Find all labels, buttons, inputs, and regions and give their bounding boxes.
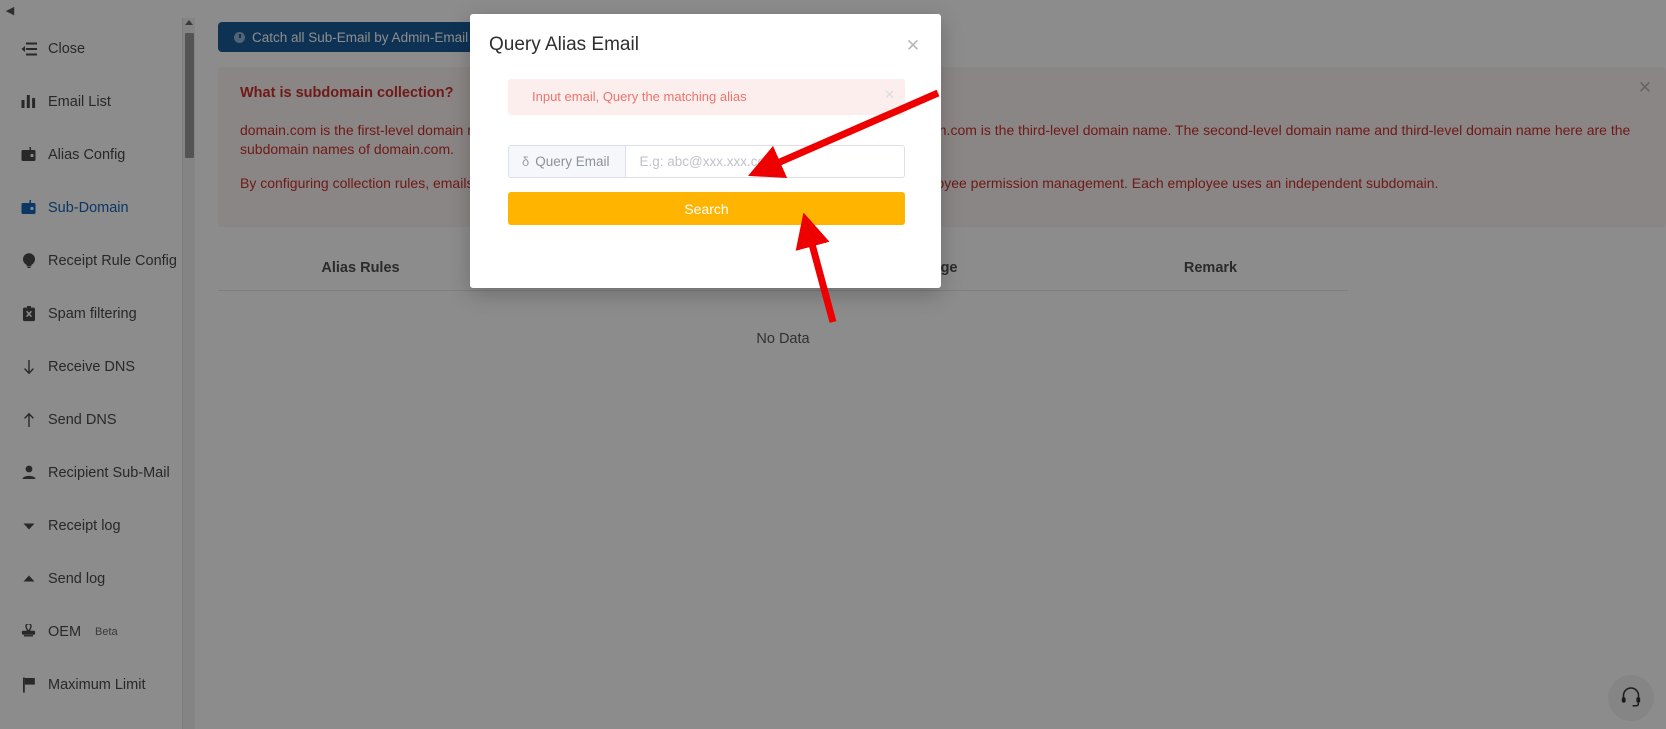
close-icon[interactable]: ✕ (884, 88, 895, 101)
query-email-prefix: δ Query Email (509, 146, 626, 177)
search-button[interactable]: Search (508, 192, 905, 225)
alert-banner: Input email, Query the matching alias ✕ (508, 79, 905, 115)
dialog-body: Input email, Query the matching alias ✕ … (470, 56, 941, 225)
key-icon: δ (522, 154, 530, 169)
alert-text: Input email, Query the matching alias (532, 89, 747, 104)
query-email-prefix-label: Query Email (535, 154, 610, 169)
close-icon[interactable]: ✕ (904, 37, 922, 55)
dialog-title: Query Alias Email (489, 34, 639, 55)
query-email-field-group: δ Query Email (508, 145, 905, 178)
dialog-header: Query Alias Email ✕ (470, 14, 941, 56)
query-alias-email-dialog: Query Alias Email ✕ Input email, Query t… (470, 14, 941, 288)
query-email-input[interactable] (625, 146, 904, 177)
